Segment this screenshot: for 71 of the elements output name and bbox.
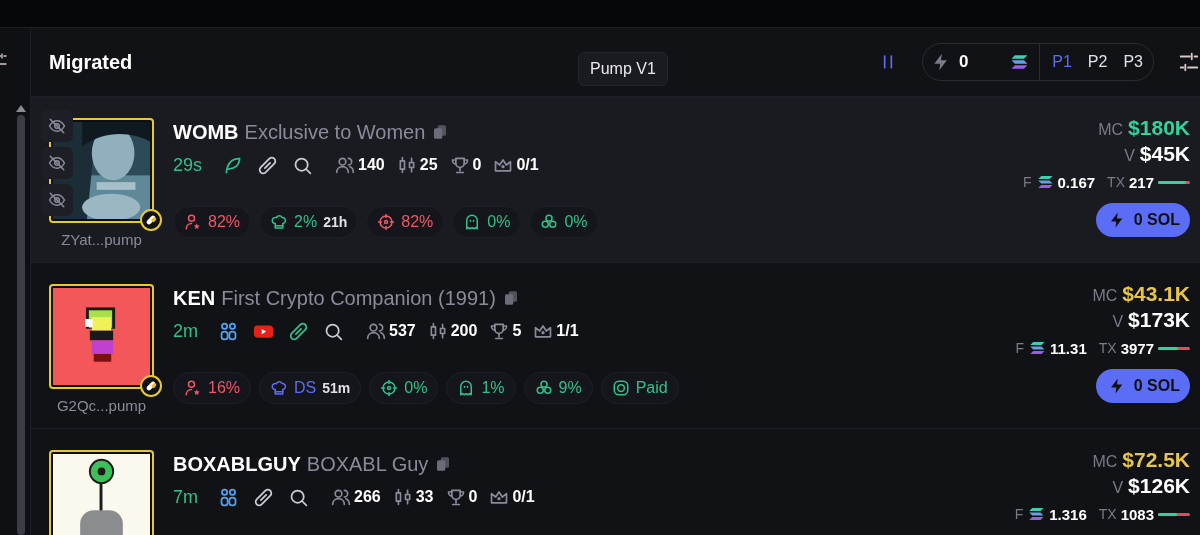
fees-value: 0.167 (1057, 173, 1096, 191)
market-cap-value: $72.5K (1122, 448, 1190, 472)
token-ticker: BOXABLGUY (173, 452, 301, 476)
volume-value: $126K (1128, 474, 1190, 498)
tx-count: 3977 (1120, 339, 1154, 357)
preset-tab[interactable]: P1 (1048, 53, 1076, 71)
stat-value: 0/1 (516, 156, 539, 174)
market-cap-label: MC (1092, 287, 1118, 305)
metric-value: 0% (404, 379, 428, 397)
token-ticker: WOMB (173, 120, 239, 144)
token-age: 2m (173, 320, 198, 342)
fees-value: 1.316 (1049, 505, 1087, 523)
token-row[interactable]: G2Qc...pump KEN First Crypto Companion (1991) 2m 537 200 5 1/1 16% DS 51m 0% 1% 9% Paid MC $43.1K V $173K F 11.31 TX 3977 0 SOL (31, 263, 1200, 429)
preset-tab[interactable]: P3 (1119, 53, 1147, 71)
metric-value: 82% (401, 213, 434, 231)
fees-label: F (1014, 506, 1024, 522)
fees-label: F (1015, 340, 1024, 356)
stat-value: 0 (472, 156, 482, 174)
stat-value: 266 (354, 488, 381, 506)
volume-value: $45K (1139, 142, 1190, 166)
token-ticker: KEN (173, 286, 216, 310)
tx-count: 217 (1128, 173, 1154, 191)
metric-value: 82% (208, 213, 241, 231)
token-name: Exclusive to Women (244, 120, 426, 144)
market-cap-value: $180K (1128, 116, 1190, 140)
volume-label: V (1112, 479, 1124, 497)
metric-age: 21h (323, 214, 348, 230)
token-name: BOXABL Guy (306, 452, 429, 476)
stat-value: 0 (468, 488, 478, 506)
token-row[interactable]: BOXABLGUY BOXABL Guy 7m 266 33 0 0/1 MC $72.5K V $126K F 1.316 TX 1083 (31, 429, 1200, 535)
metric-value: Paid (635, 379, 668, 397)
tx-label: TX (1107, 174, 1125, 190)
column-title: Migrated (49, 50, 133, 74)
stat-value: 25 (419, 156, 438, 174)
volume-label: V (1112, 313, 1124, 331)
tx-count: 1083 (1120, 505, 1154, 523)
preset-tab[interactable]: P2 (1083, 53, 1112, 71)
stat-value: 5 (512, 322, 522, 340)
token-row[interactable]: ZYat...pump WOMB Exclusive to Women 29s 140 25 0 0/1 82% 2% 21h 82% 0% 0% MC $180K V $45K F 0.167 TX 217 0 SOL (31, 97, 1200, 263)
stat-value: 200 (450, 322, 478, 340)
amount-field[interactable]: 0 (959, 52, 1002, 72)
token-age: 29s (173, 154, 203, 176)
metric-value: 2% (294, 213, 318, 231)
fees-label: F (1022, 174, 1032, 190)
tx-label: TX (1098, 506, 1117, 522)
metric-age: 51m (322, 380, 351, 396)
stat-value: 1/1 (556, 322, 579, 340)
token-address[interactable]: ZYat...pump (61, 231, 142, 248)
token-name: First Crypto Companion (1991) (221, 286, 496, 310)
metric-value: 9% (558, 379, 582, 397)
tooltip: Pump V1 (578, 52, 668, 86)
quick-buy-button[interactable]: 0 SOL (1095, 369, 1190, 403)
market-cap-label: MC (1092, 453, 1118, 471)
stat-value: 0/1 (512, 488, 535, 506)
metric-value: 0% (487, 213, 511, 231)
token-age: 7m (173, 486, 198, 508)
market-cap-label: MC (1098, 121, 1124, 139)
volume-value: $173K (1128, 308, 1190, 332)
quick-buy-button[interactable]: 0 SOL (1095, 203, 1190, 237)
tx-label: TX (1098, 340, 1117, 356)
volume-label: V (1124, 147, 1135, 165)
token-address[interactable]: G2Qc...pump (56, 397, 147, 414)
market-cap-value: $43.1K (1122, 282, 1190, 306)
stat-value: 537 (389, 322, 416, 340)
fees-value: 11.31 (1050, 339, 1087, 357)
metric-value: 0% (564, 213, 588, 231)
metric-value: DS (294, 379, 317, 397)
metric-value: 1% (481, 379, 505, 397)
stat-value: 140 (358, 156, 385, 174)
stat-value: 33 (415, 488, 434, 506)
metric-value: 16% (208, 379, 241, 397)
